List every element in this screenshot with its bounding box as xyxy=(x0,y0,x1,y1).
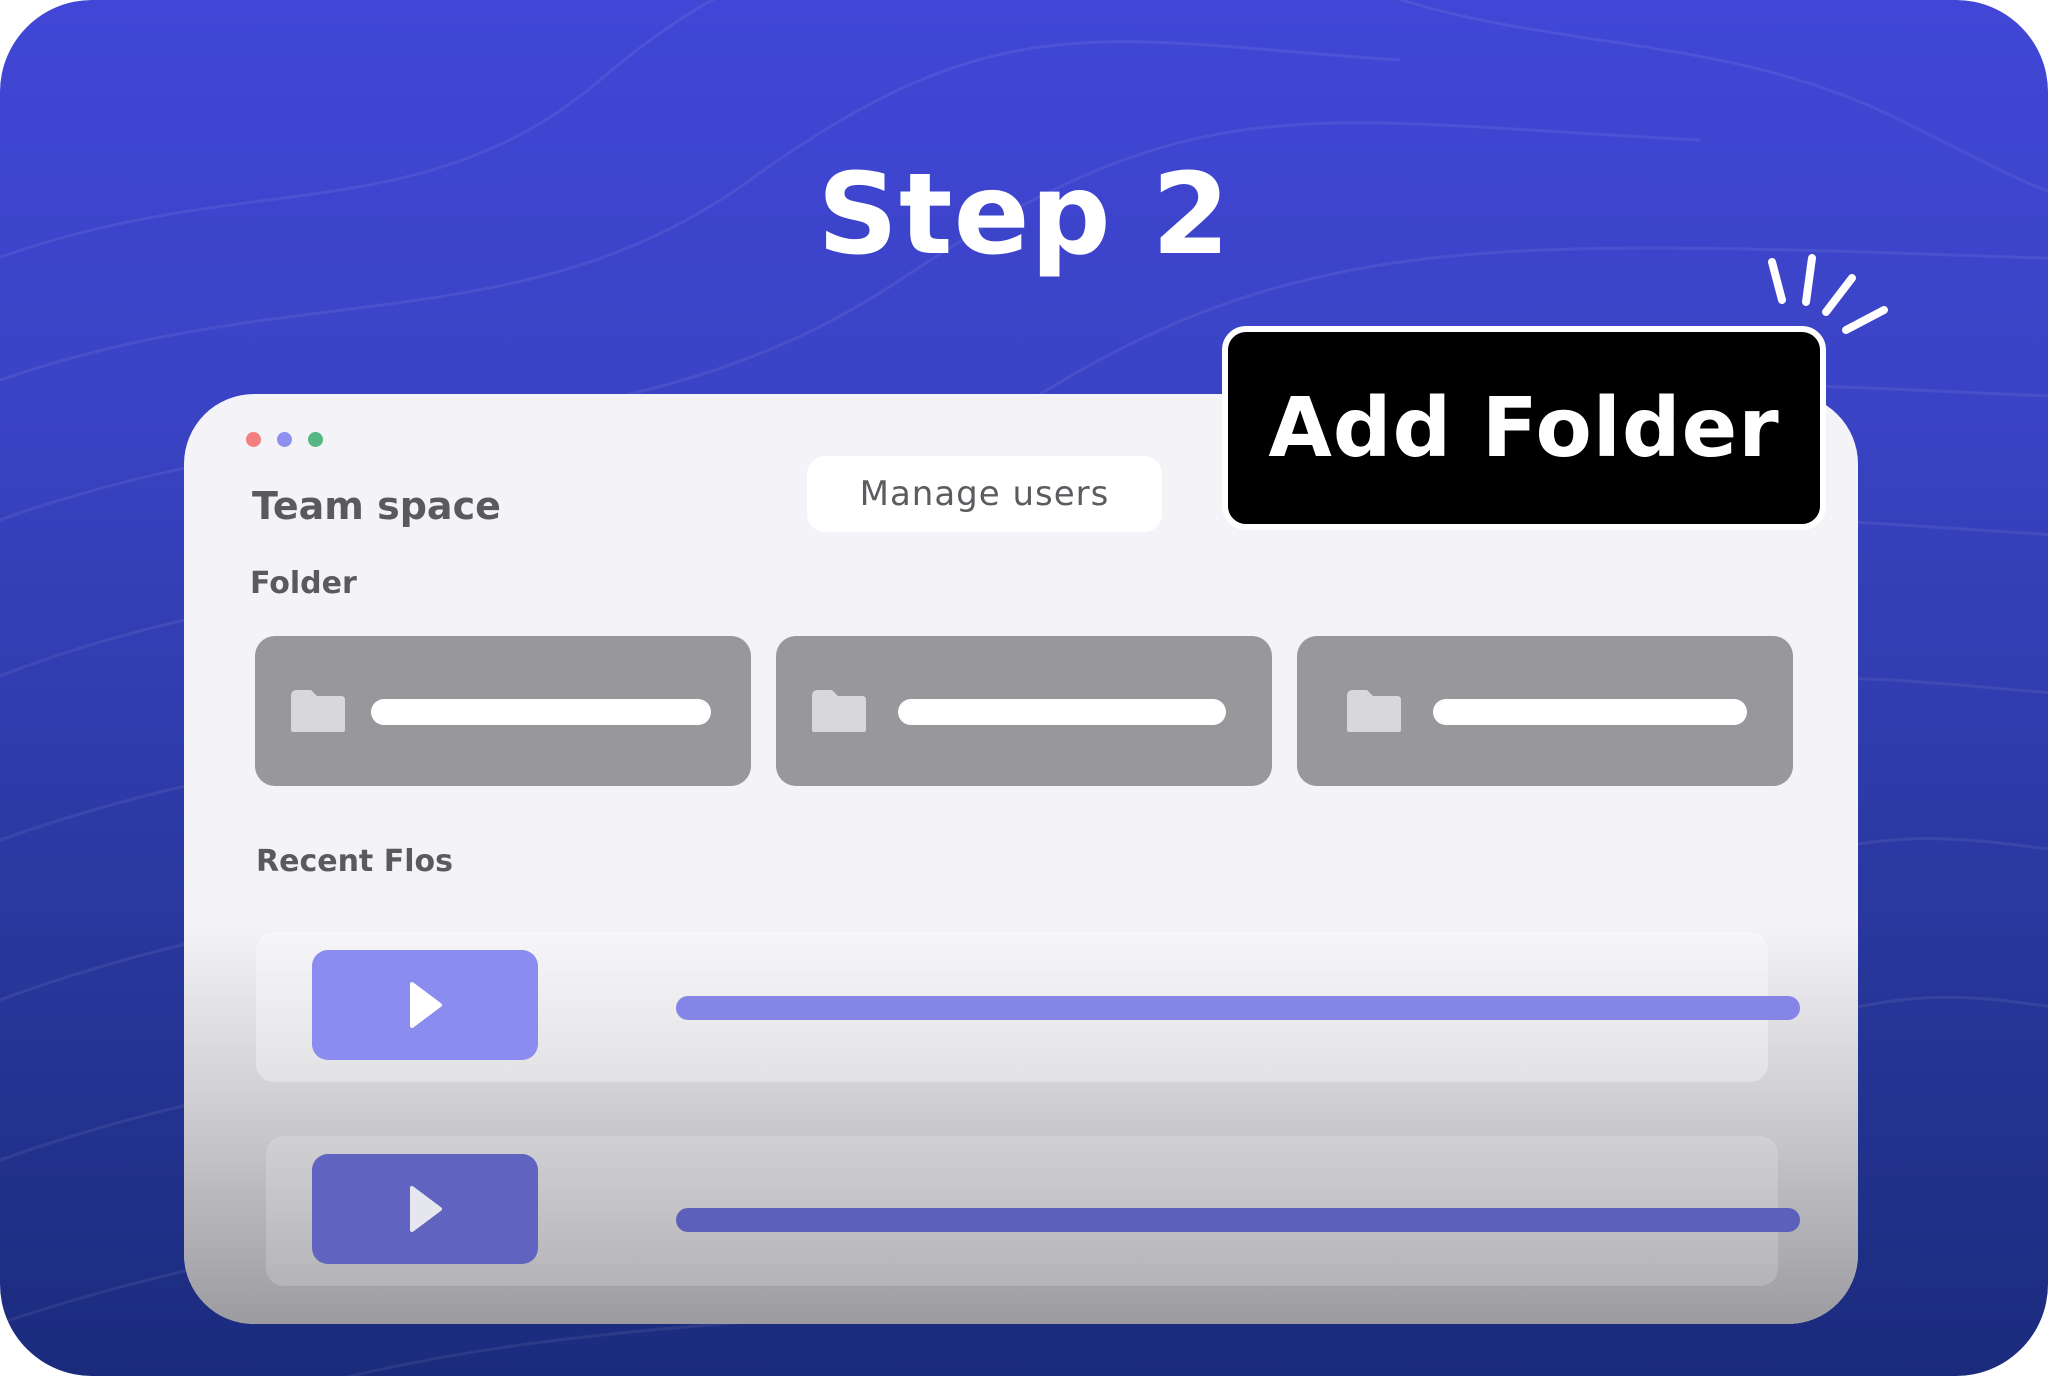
video-thumbnail[interactable] xyxy=(312,1154,538,1264)
folder-section-label: Folder xyxy=(250,566,357,601)
play-icon xyxy=(410,982,442,1028)
folder-icon xyxy=(291,690,345,732)
manage-users-button[interactable]: Manage users xyxy=(807,456,1162,532)
flo-title-placeholder xyxy=(676,996,1800,1020)
team-space-window: Team space Manage users Folder Recent Fl… xyxy=(184,394,1858,1324)
folder-tile[interactable] xyxy=(255,636,751,786)
maximize-dot-icon[interactable] xyxy=(308,432,323,447)
step-title: Step 2 xyxy=(817,150,1231,280)
close-dot-icon[interactable] xyxy=(246,432,261,447)
list-item[interactable] xyxy=(266,1136,1800,1286)
folder-tile[interactable] xyxy=(776,636,1272,786)
add-folder-button[interactable]: Add Folder xyxy=(1222,326,1826,530)
folder-icon xyxy=(1347,690,1401,732)
folder-name-placeholder xyxy=(371,699,711,725)
recent-flos-label: Recent Flos xyxy=(256,844,453,879)
flo-title-placeholder xyxy=(676,1208,1800,1232)
folder-icon xyxy=(812,690,866,732)
page-title: Team space xyxy=(252,484,501,528)
folder-name-placeholder xyxy=(1433,699,1747,725)
window-controls xyxy=(246,432,323,447)
video-thumbnail[interactable] xyxy=(312,950,538,1060)
list-item[interactable] xyxy=(256,932,1800,1082)
play-icon xyxy=(410,1186,442,1232)
folder-name-placeholder xyxy=(898,699,1226,725)
minimize-dot-icon[interactable] xyxy=(277,432,292,447)
folder-tile[interactable] xyxy=(1297,636,1793,786)
